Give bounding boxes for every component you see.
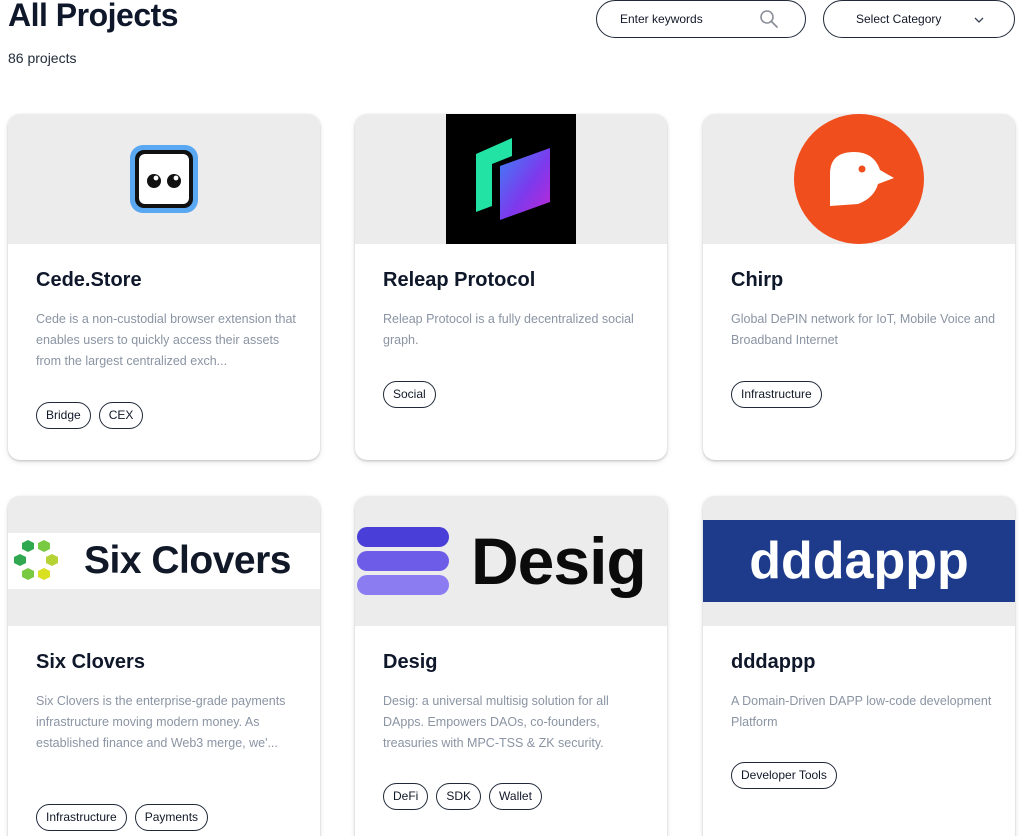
tag-infrastructure[interactable]: Infrastructure — [731, 381, 822, 408]
category-select-label: Select Category — [856, 12, 942, 26]
dddappp-wordmark: dddappp — [749, 532, 969, 590]
card-title[interactable]: dddappp — [731, 651, 815, 674]
card-description: Desig: a universal multisig solution for… — [383, 694, 609, 750]
card-title[interactable]: Cede.Store — [36, 269, 142, 292]
project-card[interactable]: Cede.Store Cede is a non-custodial brows… — [8, 114, 320, 460]
project-card[interactable]: Releap Protocol Releap Protocol is a ful… — [355, 114, 667, 460]
card-banner: Desig — [355, 496, 667, 626]
tag-list: Infrastructure Payments — [36, 804, 209, 831]
desig-icon — [357, 527, 449, 595]
chevron-down-icon — [974, 17, 984, 23]
project-card[interactable]: dddappp dddappp A Domain-Driven DAPP low… — [703, 496, 1015, 836]
card-description: Releap Protocol is a fully decentralized… — [383, 312, 634, 347]
card-title[interactable]: Six Clovers — [36, 651, 145, 674]
tag-list: Infrastructure — [731, 381, 822, 408]
cede-store-logo — [130, 145, 198, 213]
card-banner: Six Clovers — [8, 496, 320, 626]
card-title[interactable]: Releap Protocol — [383, 269, 535, 292]
projects-page: All Projects 86 projects Select Category — [0, 0, 1024, 836]
card-description: A Domain-Driven DAPP low-code developmen… — [731, 694, 992, 729]
dddappp-logo: dddappp — [703, 520, 1015, 602]
tag-cex[interactable]: CEX — [98, 402, 144, 429]
search-box[interactable] — [596, 0, 806, 38]
tag-infrastructure[interactable]: Infrastructure — [36, 804, 127, 831]
project-card[interactable]: Desig Desig Desig: a universal multisig … — [355, 496, 667, 836]
project-count: 86 projects — [8, 50, 77, 66]
tag-list: Developer Tools — [731, 762, 837, 789]
card-banner: dddappp — [703, 496, 1015, 626]
card-banner — [8, 114, 320, 244]
chirp-logo — [794, 114, 924, 244]
desig-wordmark: Desig — [471, 524, 647, 598]
search-input[interactable] — [620, 12, 750, 26]
six-clovers-logo: Six Clovers — [8, 533, 320, 589]
tag-bridge[interactable]: Bridge — [36, 402, 91, 429]
card-banner — [703, 114, 1015, 244]
card-title[interactable]: Desig — [383, 651, 437, 674]
releap-logo — [446, 114, 576, 244]
page-title: All Projects — [8, 0, 179, 33]
tag-wallet[interactable]: Wallet — [489, 783, 542, 810]
card-description: Cede is a non-custodial browser extensio… — [36, 312, 296, 368]
clover-icon — [14, 540, 58, 580]
tag-defi[interactable]: DeFi — [383, 783, 429, 810]
project-card[interactable]: Six Clovers Six Clovers Six Clovers is t… — [8, 496, 320, 836]
card-description: Global DePIN network for IoT, Mobile Voi… — [731, 312, 996, 347]
project-card[interactable]: Chirp Global DePIN network for IoT, Mobi… — [703, 114, 1015, 460]
tag-sdk[interactable]: SDK — [436, 783, 482, 810]
tag-payments[interactable]: Payments — [134, 804, 209, 831]
tag-list: DeFi SDK Wallet — [383, 783, 542, 810]
card-banner — [355, 114, 667, 244]
tag-list: Social — [383, 381, 436, 408]
category-select[interactable]: Select Category — [823, 0, 1015, 38]
card-description: Six Clovers is the enterprise-grade paym… — [36, 694, 286, 750]
tag-list: Bridge CEX — [36, 402, 144, 429]
card-title[interactable]: Chirp — [731, 269, 783, 292]
search-icon[interactable] — [759, 9, 779, 29]
six-clovers-wordmark: Six Clovers — [84, 539, 291, 582]
tag-developer-tools[interactable]: Developer Tools — [731, 762, 837, 789]
tag-social[interactable]: Social — [383, 381, 436, 408]
